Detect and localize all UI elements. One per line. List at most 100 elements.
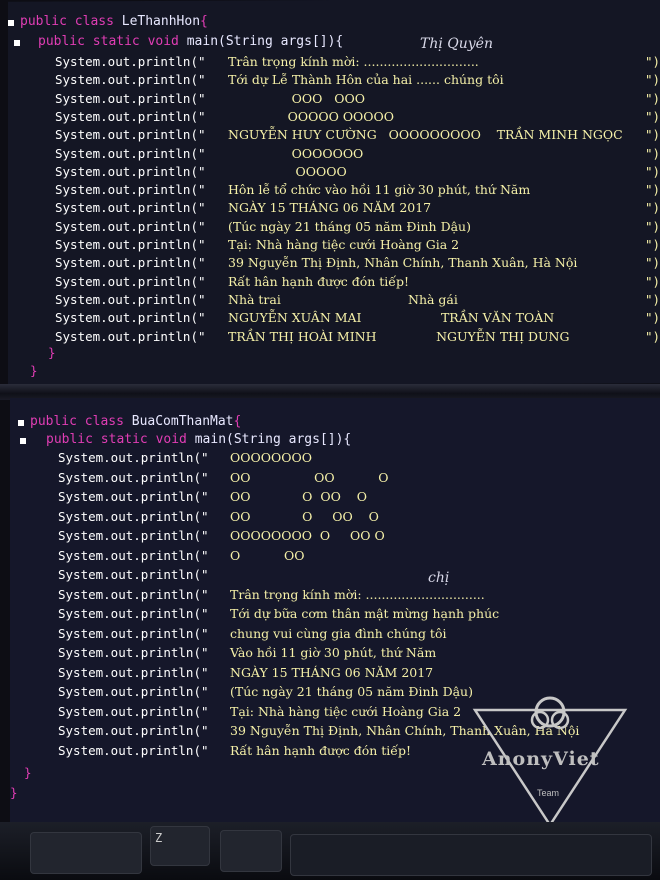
class-declaration: public class LeThanhHon{ xyxy=(20,14,208,29)
println-call: System.out.println(" xyxy=(55,310,206,326)
println-string: OO O OO O xyxy=(230,508,379,524)
println-call: System.out.println(" xyxy=(58,528,209,543)
watermark-subtitle: Team xyxy=(537,788,560,798)
println-call: System.out.println(" xyxy=(58,567,209,582)
println-string: Tới dự bữa cơm thân mật mừng hạnh phúc xyxy=(230,606,500,621)
keyboard-key xyxy=(290,834,652,876)
println-call: System.out.println(" xyxy=(58,469,209,485)
println-call: System.out.println(" xyxy=(58,508,209,524)
println-call: System.out.println(" xyxy=(58,723,209,738)
println-string: chung vui cùng gia đình chúng tôi xyxy=(230,625,447,641)
println-call: System.out.println(" xyxy=(55,72,206,88)
println-call: System.out.println(" xyxy=(58,742,209,758)
closing-quote: ") xyxy=(645,200,660,216)
println-string: Vào hồi 11 giờ 30 phút, thứ Năm xyxy=(230,645,437,660)
class-declaration: public class BuaComThanMat{ xyxy=(30,414,242,429)
handwritten-name: Thị Quyên xyxy=(420,36,493,52)
println-statement: System.out.println(" xyxy=(55,329,206,344)
println-call: System.out.println(" xyxy=(58,547,209,563)
closing-quote: ") xyxy=(645,54,660,69)
method-close-brace: } xyxy=(48,345,56,360)
println-string: 39 Nguyễn Thị Định, Nhân Chính, Thanh Xu… xyxy=(228,255,578,271)
closing-quote: ") xyxy=(645,145,660,161)
println-statement: System.out.println(" xyxy=(55,164,206,179)
println-string: Rất hân hạnh được đón tiếp! xyxy=(230,742,412,758)
closing-quote: ") xyxy=(645,72,660,88)
keyboard-key xyxy=(30,832,142,874)
println-string: OOO OOO xyxy=(228,90,365,106)
println-call: System.out.println(" xyxy=(55,127,206,143)
handwritten-name: chị xyxy=(428,570,450,586)
println-string: Rất hân hạnh được đón tiếp! xyxy=(228,273,410,289)
closing-quote: ") xyxy=(645,90,660,106)
println-statement: System.out.println(" xyxy=(55,127,206,142)
println-statement: System.out.println(" xyxy=(58,684,209,699)
println-string: (Túc ngày 21 tháng 05 năm Đinh Dậu) xyxy=(228,218,471,234)
println-statement: System.out.println(" xyxy=(55,310,206,325)
println-statement: System.out.println(" xyxy=(55,72,206,87)
println-call: System.out.println(" xyxy=(58,703,209,719)
main-method-declaration: public static void main(String args[]){ xyxy=(38,34,344,49)
println-statement: System.out.println(" xyxy=(55,219,206,234)
println-statement: System.out.println(" xyxy=(58,528,209,543)
closing-quote: ") xyxy=(645,218,660,234)
println-call: System.out.println(" xyxy=(55,237,206,252)
println-statement: System.out.println(" xyxy=(58,665,209,680)
println-string: OO OO O xyxy=(230,469,389,485)
closing-quote: ") xyxy=(645,237,660,252)
println-statement: System.out.println(" xyxy=(55,237,206,252)
println-string: Nhà trai Nhà gái xyxy=(228,291,458,307)
closing-quote: ") xyxy=(645,273,660,289)
println-string: OOOOOOOO O OO O xyxy=(230,528,385,543)
closing-quote: ") xyxy=(645,328,660,344)
println-string: TRẦN THỊ HOÀI MINH NGUYỄN THỊ DUNG xyxy=(228,328,570,344)
println-statement: System.out.println(" xyxy=(58,509,209,524)
println-statement: System.out.println(" xyxy=(58,743,209,758)
method-close-brace: } xyxy=(24,765,32,780)
println-statement: System.out.println(" xyxy=(55,54,206,69)
println-string: NGUYỄN HUY CƯỜNG OOOOOOOOO TRẦN MINH NGỌ… xyxy=(228,127,623,143)
println-call: System.out.println(" xyxy=(55,163,206,179)
println-string: O OO xyxy=(230,547,305,563)
println-call: System.out.println(" xyxy=(55,200,206,216)
println-statement: System.out.println(" xyxy=(58,548,209,563)
println-string: Tại: Nhà hàng tiệc cưới Hoàng Gia 2 xyxy=(230,703,462,719)
println-statement: System.out.println(" xyxy=(55,109,206,124)
println-statement: System.out.println(" xyxy=(55,292,206,307)
println-string: OOOOO OOOOO xyxy=(228,108,395,124)
class-close-brace: } xyxy=(10,785,18,800)
gutter-marker xyxy=(8,20,14,26)
println-string: Tại: Nhà hàng tiệc cưới Hoàng Gia 2 xyxy=(228,237,460,252)
println-call: System.out.println(" xyxy=(55,108,206,124)
println-string: NGÀY 15 THÁNG 06 NĂM 2017 xyxy=(230,664,434,680)
println-statement: System.out.println(" xyxy=(55,91,206,106)
println-call: System.out.println(" xyxy=(55,273,206,289)
println-call: System.out.println(" xyxy=(55,182,206,198)
closing-quote: ") xyxy=(645,127,660,143)
println-string: Trân trọng kính mời: ...................… xyxy=(228,54,479,69)
println-statement: System.out.println(" xyxy=(58,470,209,485)
println-string: Tới dự Lễ Thành Hôn của hai ...... chúng… xyxy=(228,72,504,88)
println-statement: System.out.println(" xyxy=(58,489,209,504)
println-call: System.out.println(" xyxy=(55,54,206,69)
closing-quote: ") xyxy=(645,310,660,326)
println-statement: System.out.println(" xyxy=(58,606,209,621)
println-statement: System.out.println(" xyxy=(55,182,206,197)
println-statement: System.out.println(" xyxy=(58,626,209,641)
println-string: OOOOOOO xyxy=(228,145,364,161)
println-string: (Túc ngày 21 tháng 05 năm Đinh Dậu) xyxy=(230,684,473,699)
println-statement: System.out.println(" xyxy=(58,587,209,602)
println-call: System.out.println(" xyxy=(55,291,206,307)
gutter-marker xyxy=(20,438,26,444)
println-statement: System.out.println(" xyxy=(58,645,209,660)
println-string: OOOOOOOO xyxy=(230,450,312,465)
println-statement: System.out.println(" xyxy=(58,723,209,738)
println-string: Trân trọng kính mời: ...................… xyxy=(230,586,485,602)
println-call: System.out.println(" xyxy=(58,606,209,621)
println-call: System.out.println(" xyxy=(58,450,209,465)
println-call: System.out.println(" xyxy=(58,664,209,680)
println-call: System.out.println(" xyxy=(55,328,206,344)
println-call: System.out.println(" xyxy=(58,684,209,699)
println-call: System.out.println(" xyxy=(58,645,209,660)
closing-quote: ") xyxy=(645,108,660,124)
